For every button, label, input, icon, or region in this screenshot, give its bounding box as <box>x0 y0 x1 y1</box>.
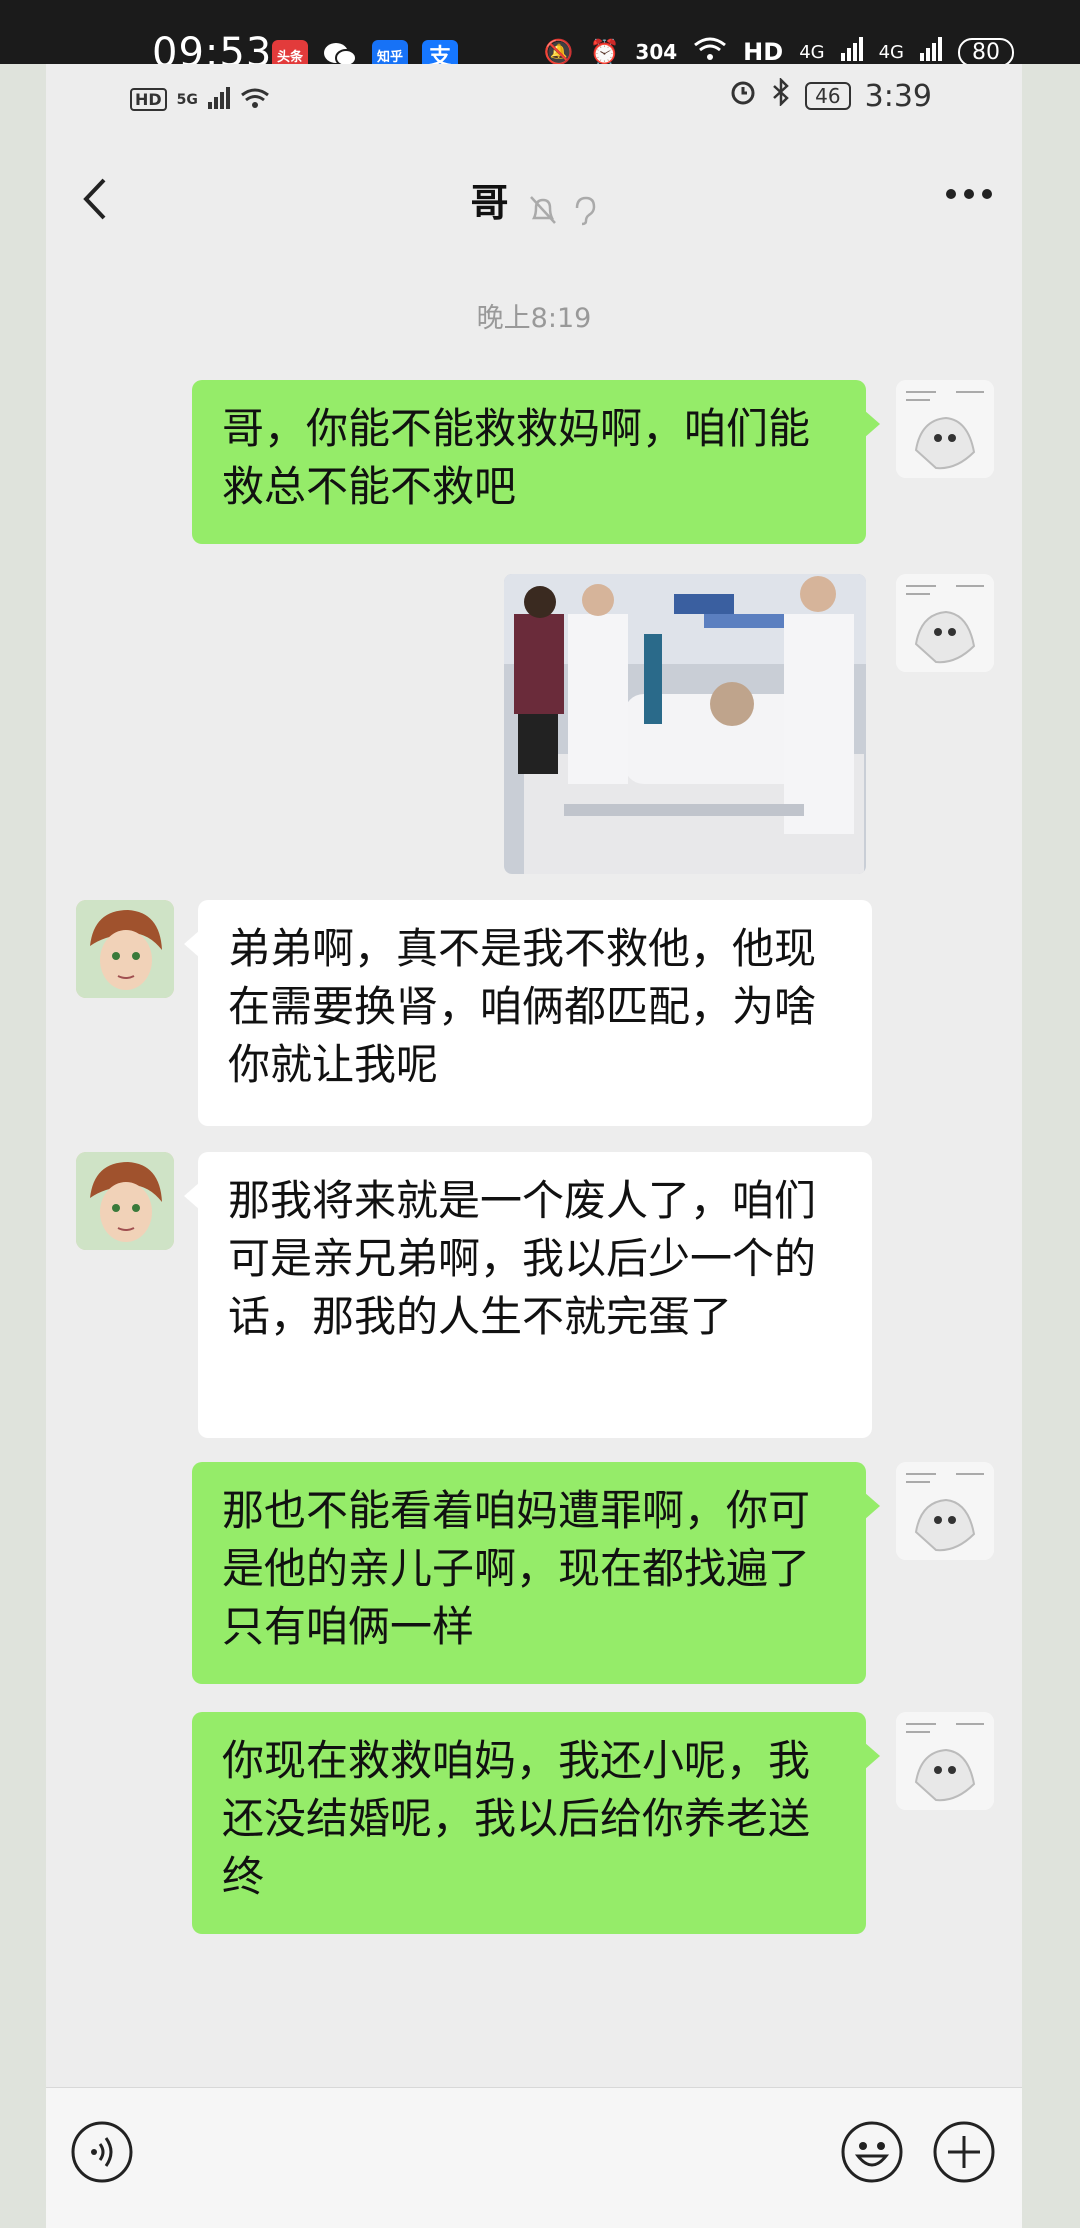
my-avatar[interactable] <box>896 1462 994 1560</box>
voice-input-button[interactable] <box>70 2120 134 2184</box>
emoji-button[interactable] <box>840 2120 904 2184</box>
hd-label: HD <box>743 38 784 66</box>
signal-bars-icon <box>920 37 942 67</box>
mute-icon: 🔕 <box>543 38 574 66</box>
signal-4g-1: 4G <box>799 41 825 63</box>
voice-icon <box>70 2121 134 2188</box>
my-avatar[interactable] <box>896 1712 994 1810</box>
wechat-screen: HD 5G 46 3:39 哥 晚上8:19 哥，你能不能救救妈啊，咱们能救总不… <box>46 64 1022 2228</box>
battery-indicator: 46 <box>805 82 851 110</box>
outer-status-bar: 09:53 头条 知乎 支 🔕 ⏰ 304 HD 4G 4G 80 <box>0 0 1080 76</box>
my-avatar[interactable] <box>896 574 994 672</box>
message-bubble-outgoing[interactable]: 你现在救救咱妈，我还小呢，我还没结婚呢，我以后给你养老送终 <box>192 1712 880 1934</box>
signal-bars-icon <box>207 82 230 117</box>
network-type: 5G <box>176 91 198 108</box>
message-bubble-incoming[interactable]: 弟弟啊，真不是我不救他，他现在需要换肾，咱俩都匹配，为啥你就让我呢 <box>184 900 872 1126</box>
signal-bars-icon <box>840 37 863 67</box>
alarm-icon: ⏰ <box>589 38 620 66</box>
plus-icon <box>932 2121 996 2188</box>
signal-4g-2: 4G <box>878 41 904 63</box>
ear-icon <box>572 194 598 230</box>
message-bubble-incoming[interactable]: 那我将来就是一个废人了，咱们可是亲兄弟啊，我以后少一个的话，那我的人生不就完蛋了 <box>184 1152 872 1438</box>
alarm-icon <box>729 78 757 114</box>
hospital-photo-image[interactable] <box>504 574 866 874</box>
smiley-icon <box>840 2121 904 2188</box>
more-options-button[interactable] <box>944 186 994 205</box>
inner-status-bar: HD 5G 46 3:39 <box>46 64 1022 128</box>
chat-title: 哥 <box>470 181 509 225</box>
ellipsis-icon <box>944 186 994 205</box>
battery-indicator: 80 <box>958 37 1014 67</box>
net-speed: 304 <box>635 40 678 64</box>
inner-clock: 3:39 <box>864 78 932 114</box>
chat-header: 哥 <box>46 154 1022 254</box>
contact-avatar[interactable] <box>76 900 174 998</box>
chat-input-bar <box>46 2087 1022 2228</box>
muted-bell-icon <box>528 194 558 230</box>
hd-label: HD <box>130 88 167 111</box>
more-functions-button[interactable] <box>932 2120 996 2184</box>
contact-avatar[interactable] <box>76 1152 174 1250</box>
wifi-icon <box>240 82 270 117</box>
my-avatar[interactable] <box>896 380 994 478</box>
message-bubble-outgoing[interactable]: 哥，你能不能救救妈啊，咱们能救总不能不救吧 <box>192 380 880 544</box>
message-bubble-outgoing[interactable]: 那也不能看着咱妈遭罪啊，你可是他的亲儿子啊，现在都找遍了只有咱俩一样 <box>192 1462 880 1684</box>
message-timestamp: 晚上8:19 <box>476 303 592 334</box>
bluetooth-icon <box>771 76 791 114</box>
